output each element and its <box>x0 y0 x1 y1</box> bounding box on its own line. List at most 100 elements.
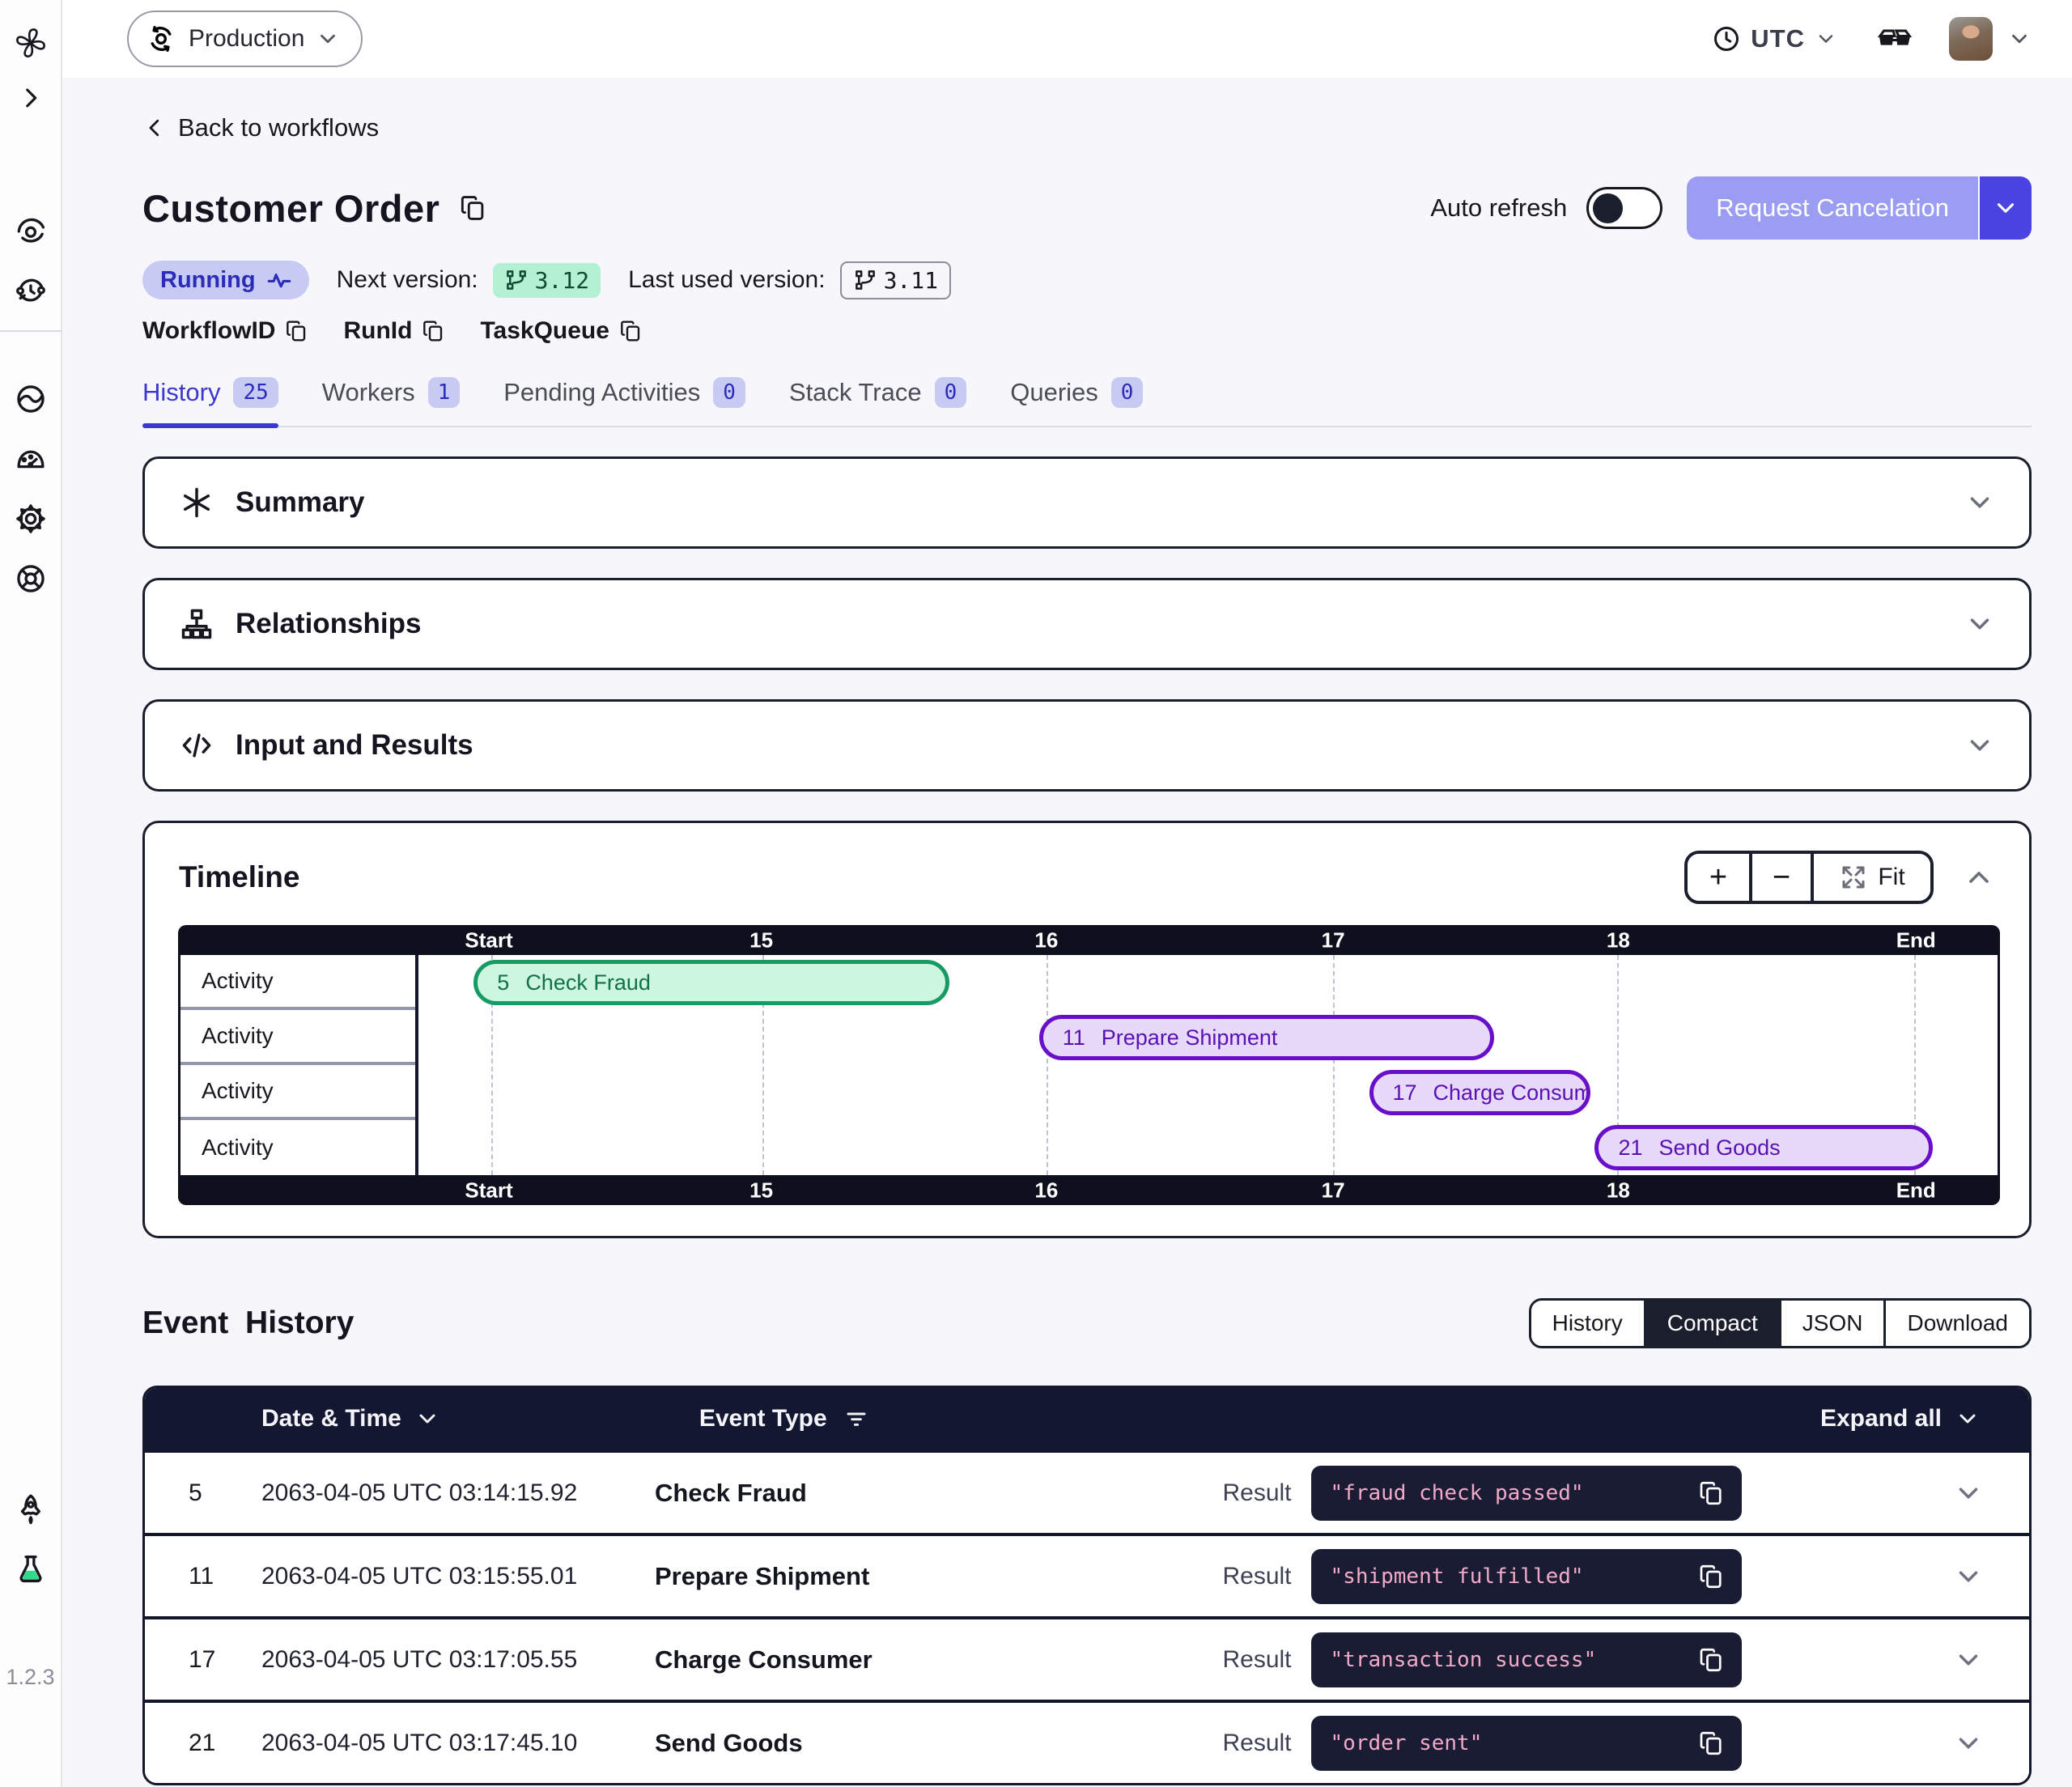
timeline-row-labels: Activity Activity Activity Activity <box>180 955 418 1175</box>
sidebar-item-labs-flask-icon[interactable] <box>12 1550 49 1587</box>
namespace-cycle-icon <box>145 23 177 55</box>
back-to-workflows-link[interactable]: Back to workflows <box>142 113 2032 142</box>
next-version-value: 3.12 <box>535 267 589 294</box>
tab-stack-trace[interactable]: Stack Trace 0 <box>789 377 966 426</box>
result-label: Result <box>1222 1730 1291 1757</box>
sidebar-item-namespaces-icon[interactable] <box>12 380 49 418</box>
namespace-selector[interactable]: Production <box>127 11 363 67</box>
auto-refresh-toggle[interactable] <box>1586 187 1662 229</box>
tab-history[interactable]: History 25 <box>142 377 278 426</box>
timeline-bar-send-goods[interactable]: 21 Send Goods <box>1594 1125 1933 1170</box>
event-history-table-header: Date & Time Event Type Expand all <box>145 1388 2029 1450</box>
timeline-bar-prepare-shipment[interactable]: 11 Prepare Shipment <box>1039 1015 1494 1060</box>
timeline-plot: 5 Check Fraud 11 Prepare Shipment <box>418 955 1998 1175</box>
copy-run-id[interactable]: RunId <box>343 317 446 345</box>
event-row-charge-consumer[interactable]: 17 2063-04-05 UTC 03:17:05.55 Charge Con… <box>145 1616 2029 1700</box>
tab-queries[interactable]: Queries 0 <box>1010 377 1143 426</box>
result-value: "transaction success" <box>1331 1648 1696 1672</box>
cancelation-options-dropdown[interactable] <box>1978 176 2032 240</box>
last-used-version-label: Last used version: <box>628 266 825 294</box>
sidebar-item-settings-gear-icon[interactable] <box>12 500 49 537</box>
axis-tick-label: End <box>1896 927 1936 953</box>
view-button-compact[interactable]: Compact <box>1644 1301 1779 1346</box>
event-row-check-fraud[interactable]: 5 2063-04-05 UTC 03:14:15.92 Check Fraud… <box>145 1450 2029 1533</box>
event-row-send-goods[interactable]: 21 2063-04-05 UTC 03:17:45.10 Send Goods… <box>145 1700 2029 1783</box>
axis-tick-label: 17 <box>1322 1178 1345 1203</box>
view-button-json[interactable]: JSON <box>1779 1301 1884 1346</box>
sidebar-expand-chevron-right-icon[interactable] <box>12 79 49 117</box>
tab-count-badge: 1 <box>428 377 461 408</box>
copy-icon <box>420 318 446 344</box>
sidebar-item-getting-started-rocket-icon[interactable] <box>12 1490 49 1527</box>
timeline-row-label: Activity <box>180 955 415 1010</box>
timeline-bar-check-fraud[interactable]: 5 Check Fraud <box>473 960 949 1005</box>
bar-event-id: 21 <box>1618 1135 1642 1161</box>
fit-button[interactable]: Fit <box>1811 854 1930 901</box>
copy-icon[interactable] <box>1696 1479 1726 1508</box>
git-branch-icon <box>853 268 877 292</box>
event-row-prepare-shipment[interactable]: 11 2063-04-05 UTC 03:15:55.01 Prepare Sh… <box>145 1533 2029 1616</box>
copy-workflow-id[interactable]: WorkflowID <box>142 317 309 345</box>
glasses-icon[interactable] <box>1876 20 1913 57</box>
tab-workers[interactable]: Workers 1 <box>322 377 460 426</box>
sidebar-item-schedules-icon[interactable] <box>12 272 49 309</box>
timeline-collapse-chevron-up-icon[interactable] <box>1963 861 1995 894</box>
result-value-pill: "order sent" <box>1311 1716 1742 1771</box>
sidebar-item-support-icon[interactable] <box>12 560 49 597</box>
axis-tick-label: 17 <box>1322 927 1345 953</box>
summary-section-header[interactable]: Summary <box>145 459 2029 546</box>
timezone-selector[interactable]: UTC <box>1712 24 1837 53</box>
timeline-bar-charge-consumer[interactable]: 17 Charge Consumer <box>1369 1070 1590 1115</box>
copy-icon[interactable] <box>1696 1729 1726 1758</box>
row-expand-chevron-down-icon[interactable] <box>1953 1728 1984 1759</box>
bar-event-name: Check Fraud <box>525 970 651 995</box>
row-expand-chevron-down-icon[interactable] <box>1953 1645 1984 1675</box>
input-results-section-header[interactable]: Input and Results <box>145 702 2029 789</box>
tab-pending-activities[interactable]: Pending Activities 0 <box>503 377 745 426</box>
input-results-section: Input and Results <box>142 699 2032 792</box>
copy-icon[interactable] <box>1696 1645 1726 1675</box>
user-avatar[interactable] <box>1949 17 1993 61</box>
chevron-down-icon <box>1955 1406 1981 1432</box>
sidebar-item-workflows-icon[interactable] <box>12 212 49 249</box>
copy-workflow-name-icon[interactable] <box>457 193 488 223</box>
result-label: Result <box>1222 1479 1291 1507</box>
copy-task-queue[interactable]: TaskQueue <box>480 317 643 345</box>
user-menu-chevron-down-icon[interactable] <box>2007 27 2032 51</box>
timeline-chart: Start15161718End Activity Activity Activ… <box>178 925 2000 1205</box>
tab-label: Workers <box>322 378 415 407</box>
column-header-event-type[interactable]: Event Type <box>699 1405 869 1433</box>
expand-all-button[interactable]: Expand all <box>1820 1405 1981 1433</box>
bar-event-name: Prepare Shipment <box>1102 1025 1278 1051</box>
expand-all-label: Expand all <box>1820 1405 1942 1433</box>
request-cancelation-button[interactable]: Request Cancelation <box>1687 176 1978 240</box>
toggle-knob <box>1593 193 1623 223</box>
datetime-column-label: Date & Time <box>261 1405 401 1433</box>
task-queue-label: TaskQueue <box>480 317 609 345</box>
result-label: Result <box>1222 1563 1291 1590</box>
workflow-tabs: History 25 Workers 1 Pending Activities … <box>142 377 2032 427</box>
event-history-view-switcher: History Compact JSON Download <box>1529 1298 2032 1348</box>
timeline-row-label: Activity <box>180 1010 415 1065</box>
chevron-down-icon <box>316 27 340 51</box>
view-button-download[interactable]: Download <box>1883 1301 2029 1346</box>
temporal-logo-icon[interactable] <box>12 24 49 62</box>
chevron-down-icon <box>1964 609 1995 639</box>
zoom-out-button[interactable]: − <box>1749 854 1811 901</box>
clock-icon <box>1712 24 1741 53</box>
last-used-version-value: 3.11 <box>884 267 938 294</box>
timeline-section: Timeline + − Fit Start15161718End Activi… <box>142 821 2032 1238</box>
relationships-section-header[interactable]: Relationships <box>145 580 2029 668</box>
event-id: 5 <box>189 1479 261 1507</box>
axis-tick-label: 16 <box>1034 927 1058 953</box>
sidebar-item-usage-icon[interactable] <box>12 440 49 478</box>
back-link-label: Back to workflows <box>178 113 379 142</box>
sidebar-divider <box>0 330 62 332</box>
row-expand-chevron-down-icon[interactable] <box>1953 1561 1984 1592</box>
bar-event-id: 5 <box>497 970 509 995</box>
copy-icon[interactable] <box>1696 1562 1726 1591</box>
view-button-history[interactable]: History <box>1531 1301 1644 1346</box>
column-header-datetime[interactable]: Date & Time <box>261 1405 440 1433</box>
zoom-in-button[interactable]: + <box>1688 854 1749 901</box>
row-expand-chevron-down-icon[interactable] <box>1953 1478 1984 1509</box>
